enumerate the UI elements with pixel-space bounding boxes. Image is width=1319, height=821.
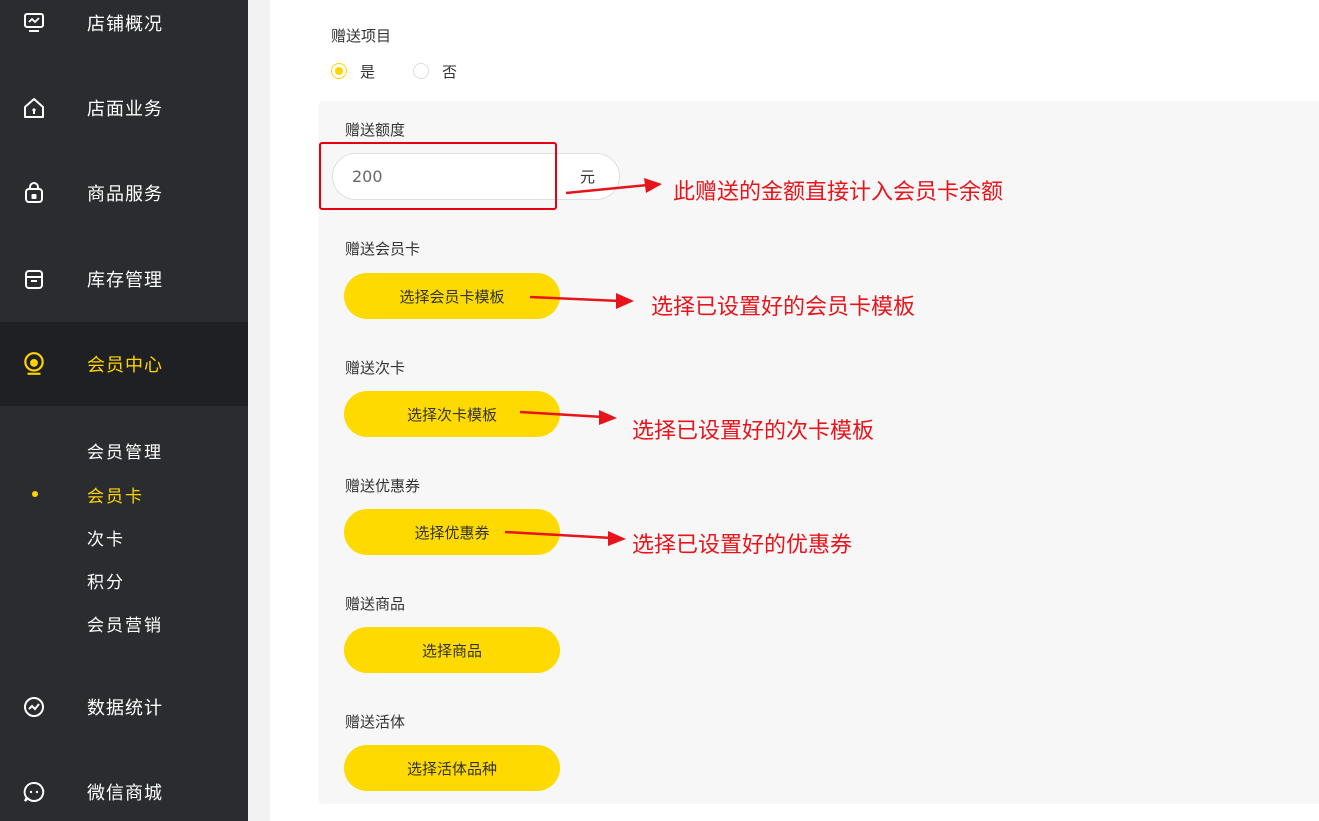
subnav-member-card[interactable]: 会员卡 <box>87 482 144 507</box>
select-pet-button[interactable]: 选择活体品种 <box>344 745 560 791</box>
times-card-label: 赠送次卡 <box>345 359 406 377</box>
pet-label: 赠送活体 <box>345 713 406 731</box>
subnav-member-manage[interactable]: 会员管理 <box>87 438 163 463</box>
annotation-card: 选择已设置好的会员卡模板 <box>651 295 916 320</box>
sidebar: 店铺概况 店面业务 商品服务 库存管理 会员中心 会员管理 会员卡 次卡 积分 … <box>0 0 248 821</box>
card-label: 赠送会员卡 <box>345 240 421 258</box>
chart-icon <box>20 693 48 721</box>
nav-item-wechat-mall[interactable]: 微信商城 <box>0 760 248 821</box>
radio-yes-label[interactable]: 是 <box>360 61 375 82</box>
radio-yes[interactable] <box>331 63 347 79</box>
coupon-label: 赠送优惠券 <box>345 477 421 495</box>
select-card-template-button[interactable]: 选择会员卡模板 <box>344 273 560 319</box>
goods-label: 赠送商品 <box>345 595 406 613</box>
highlight-box <box>319 142 557 210</box>
subnav-times-card[interactable]: 次卡 <box>87 525 125 550</box>
radio-no-label[interactable]: 否 <box>442 61 457 82</box>
nav-label: 店面业务 <box>87 99 163 120</box>
annotation-amount: 此赠送的金额直接计入会员卡余额 <box>673 180 1004 205</box>
radio-no[interactable] <box>413 63 429 79</box>
nav-item-member-center[interactable]: 会员中心 <box>0 332 248 396</box>
chat-icon <box>20 778 48 806</box>
select-coupon-button[interactable]: 选择优惠券 <box>344 509 560 555</box>
nav-label: 商品服务 <box>87 184 163 205</box>
nav-label: 店铺概况 <box>87 14 163 35</box>
nav-label: 库存管理 <box>87 270 163 291</box>
select-goods-button[interactable]: 选择商品 <box>344 627 560 673</box>
annotation-times-card: 选择已设置好的次卡模板 <box>632 419 875 444</box>
home-icon <box>20 94 48 122</box>
archive-icon <box>20 265 48 293</box>
active-dot <box>32 491 38 497</box>
nav-label: 数据统计 <box>87 698 163 719</box>
shopping-bag-icon <box>20 179 48 207</box>
subnav-points[interactable]: 积分 <box>87 568 125 593</box>
nav-item-store-overview[interactable]: 店铺概况 <box>0 0 248 55</box>
nav-label: 会员中心 <box>87 355 163 376</box>
nav-label: 微信商城 <box>87 783 163 804</box>
annotation-coupon: 选择已设置好的优惠券 <box>632 533 853 558</box>
gift-items-label: 赠送项目 <box>331 27 392 45</box>
amount-label: 赠送额度 <box>345 121 406 139</box>
sidebar-gutter <box>248 0 270 821</box>
member-icon <box>20 350 48 378</box>
nav-item-statistics[interactable]: 数据统计 <box>0 675 248 739</box>
select-times-card-template-button[interactable]: 选择次卡模板 <box>344 391 560 437</box>
nav-item-goods-service[interactable]: 商品服务 <box>0 161 248 225</box>
amount-unit: 元 <box>556 153 620 200</box>
subnav-member-marketing[interactable]: 会员营销 <box>87 611 163 636</box>
monitor-icon <box>20 9 48 37</box>
nav-item-inventory[interactable]: 库存管理 <box>0 247 248 311</box>
nav-item-store-business[interactable]: 店面业务 <box>0 76 248 140</box>
